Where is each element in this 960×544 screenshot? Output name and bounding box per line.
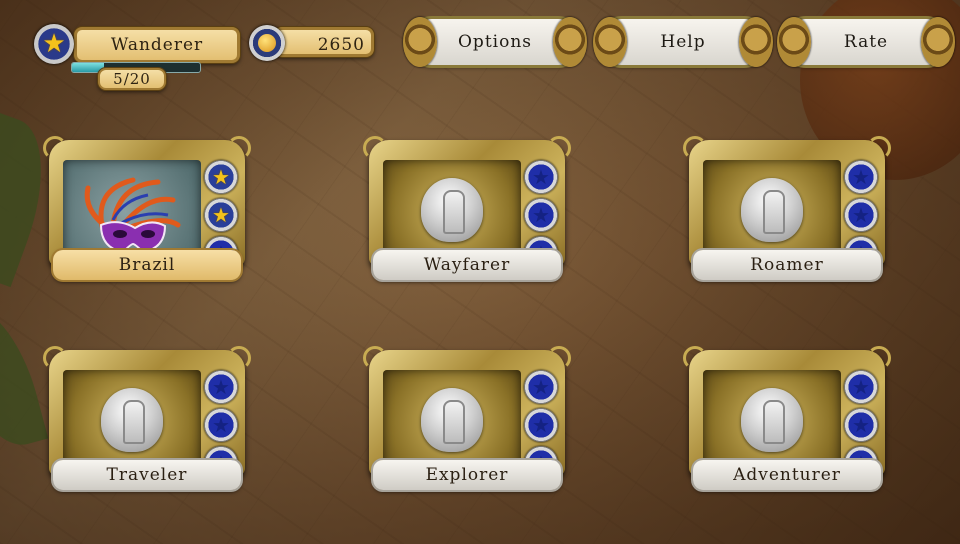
level-card[interactable]: ★★★ Explorer	[363, 340, 571, 492]
star-empty-icon: ★	[524, 160, 558, 194]
star-empty-icon: ★	[844, 408, 878, 442]
coin-icon	[249, 25, 285, 61]
help-button[interactable]: Help	[593, 17, 773, 67]
ornament-icon	[777, 17, 811, 67]
star-empty-icon: ★	[524, 408, 558, 442]
card-frame: ★★★	[363, 136, 571, 270]
card-frame: ★★★	[43, 346, 251, 480]
level-card[interactable]: ★★★ Traveler	[43, 340, 251, 492]
lock-icon	[741, 178, 803, 242]
ornament-icon	[921, 17, 955, 67]
help-label: Help	[660, 32, 706, 52]
progress-plate: 5/20	[98, 68, 166, 90]
star-empty-icon: ★	[844, 160, 878, 194]
star-empty-icon: ★	[844, 370, 878, 404]
lock-icon	[741, 388, 803, 452]
star-empty-icon: ★	[524, 198, 558, 232]
ornament-icon	[403, 17, 437, 67]
level-name: Brazil	[53, 250, 241, 280]
rank-plate: Wanderer	[74, 27, 240, 63]
star-earned-icon: ★	[204, 160, 238, 194]
star-empty-icon: ★	[524, 370, 558, 404]
lock-icon	[421, 388, 483, 452]
card-frame: ★★★	[683, 136, 891, 270]
level-name: Wayfarer	[373, 250, 561, 280]
level-thumbnail	[383, 370, 521, 474]
level-thumbnail	[703, 370, 841, 474]
lock-icon	[101, 388, 163, 452]
level-thumbnail	[383, 160, 521, 264]
level-name: Adventurer	[693, 460, 881, 490]
level-thumbnail	[63, 160, 201, 264]
star-earned-icon: ★	[204, 198, 238, 232]
star-empty-icon: ★	[844, 198, 878, 232]
rank-badge: ★	[34, 24, 74, 64]
ornament-icon	[553, 17, 587, 67]
card-frame: ★★★	[363, 346, 571, 480]
coins-amount: 2650	[317, 35, 365, 55]
level-thumbnail	[703, 160, 841, 264]
options-label: Options	[458, 32, 532, 52]
carnival-mask-icon	[84, 177, 181, 254]
level-name: Traveler	[53, 460, 241, 490]
lock-icon	[421, 178, 483, 242]
card-frame: ★★★	[683, 346, 891, 480]
star-icon: ★	[42, 29, 66, 59]
level-card[interactable]: ★★★ Adventurer	[683, 340, 891, 492]
rate-button[interactable]: Rate	[777, 17, 955, 67]
card-frame: ★★★	[43, 136, 251, 270]
level-card[interactable]: ★★★ Roamer	[683, 130, 891, 282]
progress-text: 5/20	[113, 70, 151, 88]
level-card[interactable]: ★★★ Wayfarer	[363, 130, 571, 282]
star-empty-icon: ★	[204, 370, 238, 404]
level-name: Explorer	[373, 460, 561, 490]
rank-name: Wanderer	[110, 35, 204, 55]
ornament-icon	[593, 17, 627, 67]
rate-label: Rate	[843, 32, 889, 52]
ornament-icon	[739, 17, 773, 67]
star-empty-icon: ★	[204, 408, 238, 442]
level-card[interactable]: ★★★ Brazil	[43, 130, 251, 282]
level-thumbnail	[63, 370, 201, 474]
coins-plate: 2650	[274, 27, 374, 57]
options-button[interactable]: Options	[403, 17, 587, 67]
level-name: Roamer	[693, 250, 881, 280]
